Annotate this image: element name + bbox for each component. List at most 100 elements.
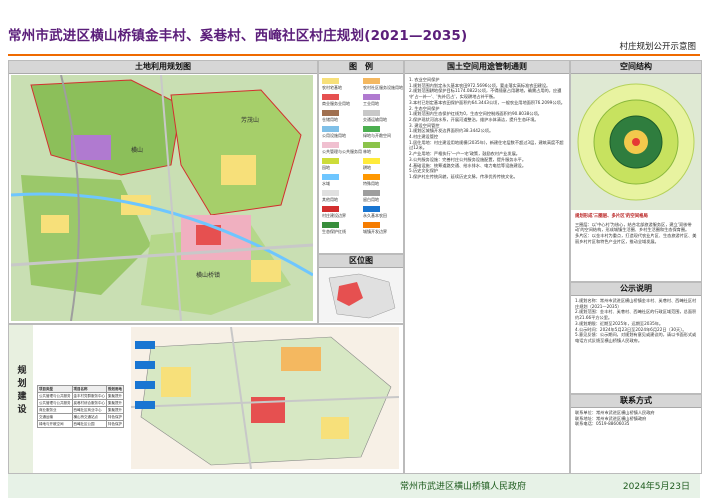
legend-swatch	[322, 222, 339, 228]
footer-bar: 常州市武进区横山桥镇人民政府 2024年5月23日	[8, 474, 700, 498]
legend-swatch	[322, 158, 339, 164]
structure-diagram	[571, 74, 701, 210]
legend-label: 工业用地	[363, 101, 379, 106]
contact-line: 联系电话：0519-88606035	[575, 421, 630, 427]
legend-label: 水域	[322, 181, 330, 186]
legend-swatch	[363, 174, 380, 180]
map-label-3: 芳茂山	[241, 117, 260, 124]
legend-label: 园地	[322, 165, 330, 170]
table-row: 公共管理与公共服务 奚巷村综合服务中心 集聚提升	[37, 399, 124, 407]
legend-swatch	[363, 222, 380, 228]
public-line: 2.规划范围：金丰村、奚巷村、西崦社区的行政区域范围，总面积约21.66平方公里…	[575, 309, 697, 321]
legend-label: 其他用地	[322, 197, 338, 202]
table-cell: 奚巷村综合服务中心	[71, 399, 107, 407]
legend-swatch	[322, 142, 339, 148]
legend-label: 永久基本农田	[363, 213, 387, 218]
table-cell: 集聚提升	[106, 392, 124, 400]
header-divider	[8, 54, 700, 56]
legend-swatch	[363, 110, 380, 116]
public-line: 1.规划名称：常州市武进区横山桥镇金丰村、奚巷村、西崦社区村庄规划（2021—2…	[575, 298, 697, 309]
legend-header: 图 例	[319, 61, 403, 74]
legend-swatch	[322, 110, 339, 116]
control-line: 3.本村已划定基本农田保护面积约64.3443公顷，一般农业用地面积76.209…	[409, 99, 565, 105]
land-use-panel: 土地利用规划图 横山桥镇 横山 芳茂山	[8, 60, 318, 324]
table-cell: 横山桥交通站点	[71, 413, 107, 421]
legend-swatch	[363, 158, 380, 164]
legend-label: 农村社区服务设施用地	[363, 85, 403, 90]
table-cell: 西崦社区公园	[71, 420, 107, 428]
legend-label: 公共管理与公共服务用地	[322, 149, 362, 154]
location-header: 区位图	[319, 255, 403, 268]
table-cell: 金丰村党群服务中心	[71, 392, 107, 400]
planning-map-svg	[131, 327, 399, 469]
map-label-1: 横山桥镇	[196, 272, 221, 279]
table-row: 商业服务业 西崦社区商业中心 集聚提升	[37, 406, 124, 414]
legend-label: 村庄建设边界	[322, 213, 346, 218]
legend-label: 生态保护红线	[322, 229, 346, 234]
structure-panel: 空间结构 规划形成'三圈层、多片区'的空间格局 三圈层：以'中心村'为核心，结合…	[570, 60, 702, 282]
table-cell: 交通运输	[37, 413, 73, 421]
legend-swatch	[322, 126, 339, 132]
page-subtitle: 村庄规划公开示意图	[619, 42, 696, 52]
structure-line: 三圈层：以'中心村'为核心，结合北部旅游服务区，建立'双核带动'的空间结构，形成…	[575, 221, 692, 233]
legend-swatch	[322, 190, 339, 196]
table-cell: 集聚提升	[106, 399, 124, 407]
public-text: 1.规划名称：常州市武进区横山桥镇金丰村、奚巷村、西崦社区村庄规划（2021—2…	[571, 296, 701, 346]
legend-swatch	[322, 174, 339, 180]
control-line: 2.规划范围耕地保护目标1174.0822公顷，不得随意占用耕地，确需占用的，应…	[409, 88, 562, 100]
land-use-map[interactable]: 横山桥镇 横山 芳茂山	[11, 75, 313, 321]
public-panel: 公示说明 1.规划名称：常州市武进区横山桥镇金丰村、奚巷村、西崦社区村庄规划（2…	[570, 282, 702, 394]
table-row: 公共管理与公共服务 金丰村党群服务中心 集聚提升	[37, 392, 124, 400]
control-header: 国土空间用途管制通则	[405, 61, 569, 74]
footer-date: 2024年5月23日	[622, 482, 690, 492]
land-use-map-svg	[11, 75, 313, 321]
planning-panel: 规划建设 项目类型 项目名称 规划用地 公共管理与公共服务 金丰村党群服务中心 集聚提升公…	[8, 324, 404, 474]
contact-panel: 联系方式 联系单位：常州市武进区横山桥镇人民政府 联系地址：常州市武进区横山桥镇政…	[570, 394, 702, 474]
legend-label: 绿地与开敞空间	[363, 133, 391, 138]
control-line: 1.保护村庄传统风貌，延续历史文脉，传承优秀传统文化。	[409, 173, 518, 179]
legend-label: 农村宅基地	[322, 85, 342, 90]
legend-swatch	[363, 142, 380, 148]
table-row: 绿地与开敞空间 西崦社区公园 特色保护	[37, 420, 124, 428]
structure-header: 空间结构	[571, 61, 701, 74]
structure-text: 三圈层：以'中心村'为核心，结合北部旅游服务区，建立'双核带动'的空间结构，形成…	[571, 220, 701, 247]
table-header-cell: 项目名称	[71, 385, 107, 393]
legend-swatch	[363, 126, 380, 132]
control-panel: 国土空间用途管制通则 1. 农业空间保护 1.规划范围内划定永久基本农田972.5…	[404, 60, 570, 474]
public-header: 公示说明	[571, 283, 701, 296]
page-title: 常州市武进区横山桥镇金丰村、奚巷村、西崦社区村庄规划(2021—2035)	[8, 28, 468, 44]
contact-text: 联系单位：常州市武进区横山桥镇人民政府 联系地址：常州市武进区横山桥镇政府 联系电话…	[571, 408, 701, 429]
table-header-cell: 规划用地	[106, 385, 124, 393]
legend-swatch	[322, 94, 339, 100]
legend-label: 留白用地	[363, 197, 379, 202]
planning-label: 规划建设	[9, 325, 33, 473]
table-cell: 特色保护	[106, 420, 124, 428]
table-row: 交通运输 横山桥交通站点 特色保护	[37, 413, 124, 421]
contact-header: 联系方式	[571, 395, 701, 408]
legend-swatch	[363, 206, 380, 212]
location-map	[319, 268, 403, 322]
map-label-2: 横山	[131, 147, 144, 154]
legend-swatch	[322, 78, 339, 84]
legend-swatch	[322, 206, 339, 212]
table-cell: 绿地与开敞空间	[37, 420, 73, 428]
legend-swatch	[363, 78, 380, 84]
planning-table: 项目类型 项目名称 规划用地 公共管理与公共服务 金丰村党群服务中心 集聚提升 公共管理与公…	[37, 385, 124, 428]
legend-label: 特殊用地	[363, 181, 379, 186]
legend-panel: 图 例 农村宅基地 农村社区服务设施用地 商业服务业用地 工业用地 仓储用地 交通运输用地…	[318, 60, 404, 254]
legend-swatch	[363, 94, 380, 100]
legend-label: 耕地	[363, 165, 371, 170]
public-line: 5.意见反馈：公示期间，对规划有意见或建议的，请以书面形式或电话方式反馈至横山桥…	[575, 332, 697, 343]
legend-label: 交通运输用地	[363, 117, 387, 122]
table-cell: 公共管理与公共服务	[37, 392, 73, 400]
planning-map[interactable]	[131, 327, 399, 469]
table-cell: 特色保护	[106, 413, 124, 421]
location-panel: 区位图	[318, 254, 404, 324]
table-cell: 西崦社区商业中心	[71, 406, 107, 414]
legend-swatch	[363, 190, 380, 196]
table-cell: 公共管理与公共服务	[37, 399, 73, 407]
control-line: 1.居住用地：村庄建设用地规模(2035年)，新建住宅层数不超过3层，建筑高度不…	[409, 139, 564, 151]
structure-line: 多片区：以金丰村为重点，打造现代农业片区、生态旅游片区、美丽乡村片区和特色产业片…	[575, 233, 697, 244]
legend-label: 商业服务业用地	[322, 101, 350, 106]
planning-table-area: 项目类型 项目名称 规划用地 公共管理与公共服务 金丰村党群服务中心 集聚提升 公共管理与公…	[37, 385, 127, 445]
